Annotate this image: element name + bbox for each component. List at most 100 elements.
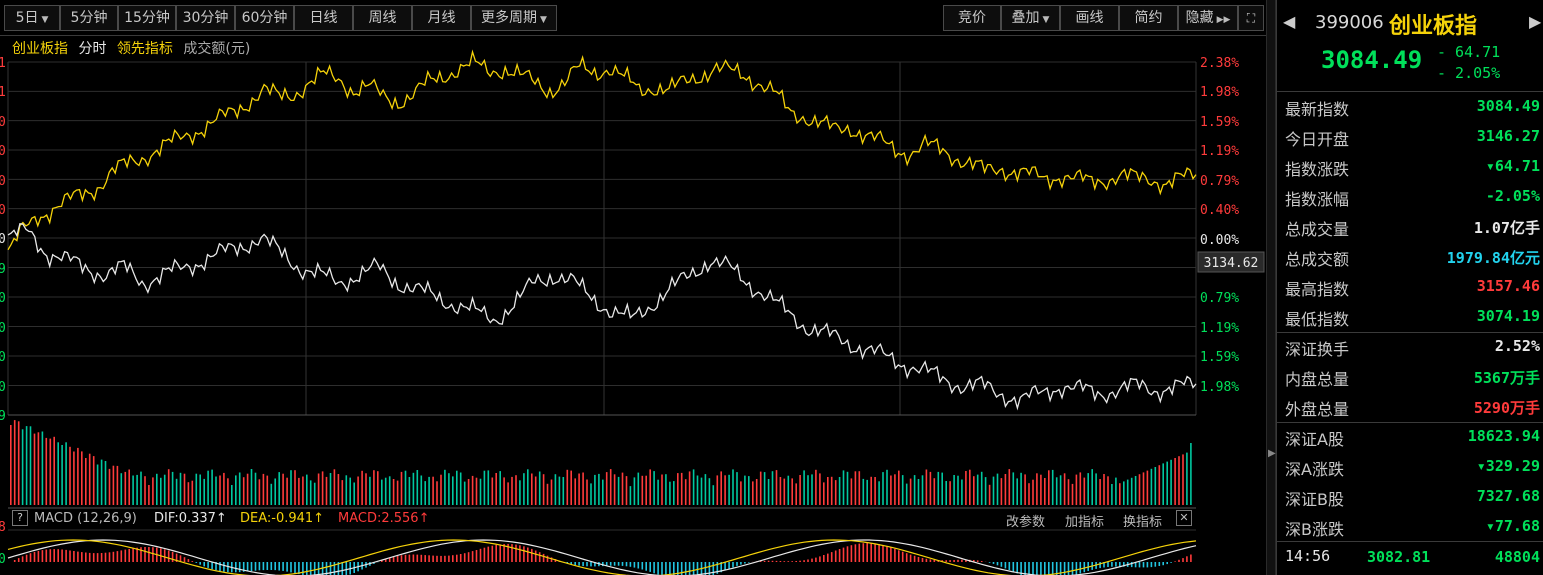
panel-splitter[interactable]: ▶	[1266, 0, 1276, 575]
macd-bar	[140, 547, 142, 562]
volume-bar	[377, 471, 379, 505]
stat-row: 最新指数 3084.49	[1277, 92, 1543, 122]
macd-bar	[645, 562, 647, 571]
volume-bar	[684, 479, 687, 505]
stat-value: ▾329.29	[1476, 457, 1540, 475]
next-security-icon[interactable]: ▶	[1529, 12, 1541, 31]
volume-bar	[503, 477, 505, 505]
macd-bar	[471, 551, 474, 562]
volume-bar	[1158, 465, 1161, 505]
macd-bar	[1067, 562, 1070, 575]
close-icon[interactable]: ✕	[1176, 510, 1192, 526]
prev-close-price: 3134.62	[1204, 256, 1259, 271]
add-indicator-button[interactable]: 加指标	[1065, 511, 1104, 530]
volume-bar	[1162, 463, 1164, 505]
volume-bar	[819, 473, 821, 505]
macd-bar	[519, 545, 521, 562]
volume-bar	[45, 437, 48, 505]
volume-bar	[823, 482, 825, 505]
volume-bar	[479, 478, 482, 505]
macd-bar	[45, 549, 48, 562]
macd-bar	[799, 560, 801, 562]
macd-bar	[945, 560, 947, 562]
volume-bar	[392, 479, 395, 505]
tick-row: 14:56 3082.81 48804	[1277, 543, 1543, 573]
stat-label: 深B涨跌	[1285, 520, 1344, 539]
left-axis-label: 1	[0, 85, 6, 100]
volume-bar	[65, 442, 67, 505]
volume-bar	[992, 476, 995, 505]
left-axis-label: 0	[0, 232, 6, 247]
macd-bar	[1138, 562, 1141, 568]
stat-row: 总成交量 1.07亿手	[1277, 212, 1543, 242]
stat-value: ▾64.71	[1485, 157, 1540, 175]
help-icon[interactable]: ?	[12, 510, 28, 526]
axis-label-down: 1.59%	[1200, 350, 1239, 365]
macd-bar	[1028, 562, 1030, 575]
volume-bar	[1051, 469, 1054, 505]
volume-bar	[941, 472, 943, 505]
macd-bar	[428, 555, 430, 562]
volume-bar	[108, 468, 111, 505]
switch-indicator-button[interactable]: 换指标	[1123, 511, 1162, 530]
volume-bar	[41, 431, 44, 505]
tick-time: 14:56	[1285, 547, 1331, 565]
stat-label: 内盘总量	[1285, 370, 1350, 389]
stat-value: 3157.46	[1476, 277, 1540, 295]
volume-bar	[882, 472, 884, 505]
volume-bar	[1170, 459, 1172, 505]
volume-bar	[696, 475, 699, 505]
volume-bar	[179, 472, 182, 505]
volume-bar	[602, 479, 604, 505]
volume-bar	[657, 479, 659, 505]
volume-bar	[949, 481, 951, 505]
macd-bar	[898, 550, 900, 562]
macd-bar	[692, 562, 695, 575]
macd-bar	[673, 562, 675, 575]
volume-bar	[976, 474, 979, 505]
volume-bar	[1075, 474, 1078, 505]
macd-bar	[846, 546, 849, 562]
intraday-chart[interactable]: 110000090000980 2.38%1.98%1.59%1.19%0.79…	[0, 0, 1266, 575]
volume-bar	[542, 474, 545, 505]
edit-params-button[interactable]: 改参数	[1006, 511, 1045, 530]
volume-bar	[716, 475, 719, 505]
macd-bar	[148, 547, 150, 562]
volume-bar	[629, 486, 632, 505]
security-name: 创业板指	[1389, 14, 1478, 39]
collapse-arrow-icon[interactable]: ▶	[1268, 448, 1276, 459]
volume-bar	[890, 475, 892, 505]
macd-bar	[183, 557, 186, 562]
macd-bar	[578, 562, 580, 566]
volume-bar	[1087, 473, 1089, 505]
stat-row: 深证B股 7327.68	[1277, 482, 1543, 512]
volume-bar	[617, 476, 620, 505]
macd-bar	[187, 559, 190, 562]
macd-bar	[921, 558, 924, 562]
macd-bar	[933, 559, 936, 562]
volume-bar	[858, 471, 861, 505]
volume-bar	[578, 473, 580, 505]
macd-bar	[1182, 558, 1184, 562]
macd-bar	[546, 555, 549, 562]
volume-bar	[811, 474, 813, 505]
macd-bar	[744, 562, 746, 564]
volume-bar	[1107, 476, 1109, 505]
axis-label-up: 1.98%	[1200, 85, 1239, 100]
macd-bar	[495, 544, 497, 562]
macd-bar	[459, 554, 462, 562]
volume-bar	[345, 475, 348, 505]
left-axis-label: 0	[0, 291, 6, 306]
prev-security-icon[interactable]: ◀	[1283, 12, 1295, 31]
macd-bar	[534, 550, 537, 562]
volume-bar	[207, 470, 209, 505]
volume-bar	[365, 473, 367, 505]
macd-bar	[1012, 562, 1015, 572]
macd-bar	[657, 562, 659, 575]
macd-bar	[842, 547, 845, 562]
macd-bar	[124, 549, 127, 562]
volume-bar	[69, 446, 71, 505]
stat-value: 3074.19	[1476, 307, 1540, 325]
macd-title[interactable]: MACD (12,26,9)	[34, 511, 137, 526]
volume-bar	[1095, 473, 1097, 505]
